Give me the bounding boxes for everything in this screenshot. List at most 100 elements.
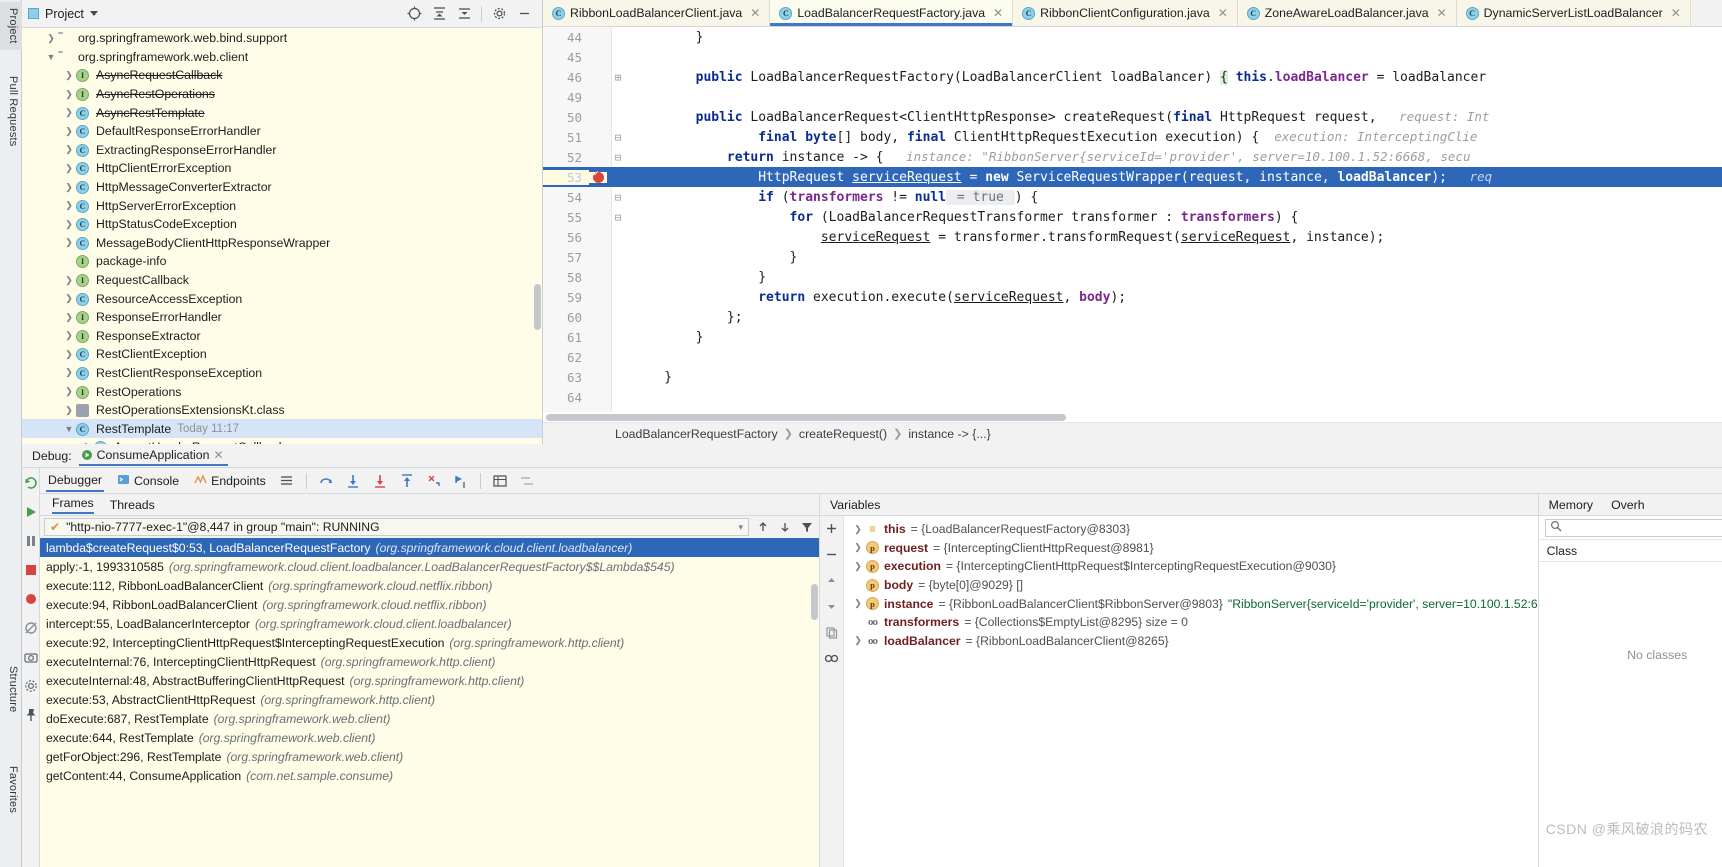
frame-row[interactable]: executeInternal:76, InterceptingClientHt… [40, 652, 819, 671]
move-down-icon[interactable] [824, 598, 840, 614]
close-tab-icon[interactable]: ✕ [750, 6, 760, 20]
settings-icon[interactable] [22, 677, 39, 694]
frame-row[interactable]: apply:-1, 1993310585 (org.springframework… [40, 557, 819, 576]
editor-tab-strip[interactable]: C RibbonLoadBalancerClient.java ✕ C LoadBala… [543, 0, 1722, 27]
resume-icon[interactable] [22, 503, 39, 520]
code-line[interactable]: 63 } [543, 367, 1722, 387]
evaluate-expression-icon[interactable] [492, 473, 508, 489]
tab-memory[interactable]: Memory [1549, 498, 1593, 512]
frame-row[interactable]: execute:112, RibbonLoadBalancerClient (or… [40, 576, 819, 595]
chevron-right-icon[interactable]: ❯ [62, 330, 76, 341]
code-line[interactable]: 56 serviceRequest = transformer.transfor… [543, 227, 1722, 247]
tab-endpoints[interactable]: Endpoints [192, 470, 268, 492]
sidebar-item-project[interactable]: Project [0, 2, 22, 50]
copy-icon[interactable] [824, 624, 840, 640]
project-tree[interactable]: ❯ org.springframework.web.bind.support ▼ or… [22, 28, 542, 444]
view-breakpoints-icon[interactable] [22, 590, 39, 607]
variable-row[interactable]: ❯ p instance = {RibbonLoadBalancerClient$Ri… [844, 594, 1537, 613]
code-line[interactable]: 62 [543, 347, 1722, 367]
fold-collapse-icon[interactable]: ⊟ [607, 131, 629, 144]
chevron-right-icon[interactable]: ❯ [62, 126, 76, 137]
editor-tab[interactable]: C RibbonClientConfiguration.java ✕ [1013, 0, 1238, 26]
chevron-right-icon[interactable]: ❯ [62, 182, 76, 193]
layout-settings-icon[interactable] [279, 473, 295, 489]
close-tab-icon[interactable]: ✕ [1671, 6, 1681, 20]
tab-threads[interactable]: Threads [110, 498, 155, 512]
chevron-right-icon[interactable]: ❯ [850, 524, 866, 535]
step-out-icon[interactable] [399, 473, 415, 489]
tree-node[interactable]: ❯ I AsyncRequestCallback [22, 66, 542, 85]
tree-node[interactable]: ❯ I RequestCallback [22, 271, 542, 290]
stop-icon[interactable] [22, 561, 39, 578]
breadcrumb-item[interactable]: instance -> {...} [908, 427, 990, 441]
variable-row[interactable]: ❯ p request = {InterceptingClientHttpReques… [844, 539, 1538, 558]
editor-tab[interactable]: C RibbonLoadBalancerClient.java ✕ [543, 0, 771, 26]
editor-hscroll-thumb[interactable] [546, 414, 1066, 421]
chevron-right-icon[interactable]: ❯ [44, 33, 58, 44]
run-to-cursor-icon[interactable] [453, 473, 469, 489]
tree-node[interactable]: ❯ C DefaultResponseErrorHandler [22, 122, 542, 141]
move-up-icon[interactable] [824, 572, 840, 588]
code-line[interactable]: 45 [543, 47, 1722, 67]
frame-row[interactable]: getForObject:296, RestTemplate (org.sprin… [40, 747, 819, 766]
chevron-right-icon[interactable]: ❯ [62, 367, 76, 378]
chevron-down-icon[interactable]: ▼ [62, 424, 76, 434]
close-icon[interactable]: ✕ [213, 448, 223, 462]
chevron-right-icon[interactable]: ❯ [850, 542, 866, 553]
add-watch-icon[interactable] [824, 520, 840, 536]
expand-all-icon[interactable] [431, 6, 447, 22]
breadcrumb-item[interactable]: LoadBalancerRequestFactory [615, 427, 778, 441]
code-editor[interactable]: 44 } 45 46 ⊞ public LoadBalancerRequestFact… [543, 27, 1722, 412]
frame-row[interactable]: executeInternal:48, AbstractBufferingCli… [40, 671, 819, 690]
chevron-right-icon[interactable]: ❯ [62, 386, 76, 397]
tree-node[interactable]: ❯ RestOperationsExtensionsKt.class [22, 401, 542, 420]
code-line[interactable]: 54 ⊟ if (transformers != null = true ) { [543, 187, 1722, 207]
tree-node[interactable]: ▼ C RestTemplate Today 11:17 [22, 419, 542, 439]
settings-secondary-icon[interactable] [519, 473, 535, 489]
variable-row[interactable]: ❯ p execution = {InterceptingClientHttpRequ… [844, 557, 1538, 576]
frames-up-icon[interactable] [755, 519, 771, 535]
frame-row[interactable]: execute:644, RestTemplate (org.springfram… [40, 728, 819, 747]
tree-node[interactable]: ❯ C HttpMessageConverterExtractor [22, 178, 542, 197]
pin-icon[interactable] [22, 706, 39, 723]
drop-frame-icon[interactable] [426, 473, 442, 489]
tree-node[interactable]: ❯ I ResponseErrorHandler [22, 308, 542, 327]
frame-row[interactable]: execute:53, AbstractClientHttpRequest (or… [40, 690, 819, 709]
camera-icon[interactable] [22, 648, 39, 665]
tab-frames[interactable]: Frames [52, 496, 94, 514]
chevron-right-icon[interactable]: ❯ [62, 89, 76, 100]
code-line[interactable]: 53 HttpRequest serviceRequest = new Serv… [543, 167, 1722, 187]
chevron-right-icon[interactable]: ❯ [62, 107, 76, 118]
tree-node[interactable]: ❯ C RestClientResponseException [22, 364, 542, 383]
code-line[interactable]: 64 [543, 387, 1722, 407]
tree-node[interactable]: ❯ C RestClientException [22, 345, 542, 364]
chevron-right-icon[interactable]: ❯ [62, 275, 76, 286]
filter-icon[interactable] [799, 519, 815, 535]
chevron-right-icon[interactable]: ❯ [850, 598, 866, 609]
tab-overhead[interactable]: Overh [1611, 498, 1645, 512]
tree-node[interactable]: ❯ C HttpServerErrorException [22, 196, 542, 215]
code-line[interactable]: 58 } [543, 267, 1722, 287]
frame-row[interactable]: getContent:44, ConsumeApplication (com.ne… [40, 766, 819, 785]
tree-node[interactable]: ❯ I RestOperations [22, 382, 542, 401]
chevron-right-icon[interactable]: ❯ [62, 163, 76, 174]
fold-collapse-icon[interactable]: ⊟ [607, 151, 629, 164]
code-line[interactable]: 49 [543, 87, 1722, 107]
sidebar-item-favorites[interactable]: Favorites [0, 760, 22, 819]
variable-row[interactable]: ❯ oo loadBalancer = {RibbonLoadBalancerClie… [844, 632, 1538, 651]
frame-row[interactable]: execute:92, InterceptingClientHttpReques… [40, 633, 819, 652]
code-line[interactable]: 57 } [543, 247, 1722, 267]
close-tab-icon[interactable]: ✕ [1218, 6, 1228, 20]
code-line[interactable]: 59 return execution.execute(serviceReque… [543, 287, 1722, 307]
chevron-right-icon[interactable]: ❯ [62, 144, 76, 155]
debug-session-tab[interactable]: ConsumeApplication ✕ [78, 445, 228, 466]
chevron-right-icon[interactable]: ❯ [850, 635, 866, 646]
mute-breakpoints-icon[interactable] [22, 619, 39, 636]
tree-node[interactable]: ❯Ipackage-info [22, 252, 542, 271]
close-tab-icon[interactable]: ✕ [1437, 6, 1447, 20]
tree-node[interactable]: ❯ org.springframework.web.bind.support [22, 29, 542, 48]
collapse-all-icon[interactable] [456, 6, 472, 22]
frames-scrollbar[interactable] [811, 584, 818, 620]
chevron-right-icon[interactable]: ❯ [62, 200, 76, 211]
tree-node[interactable]: ❯ C AsyncRestTemplate [22, 103, 542, 122]
